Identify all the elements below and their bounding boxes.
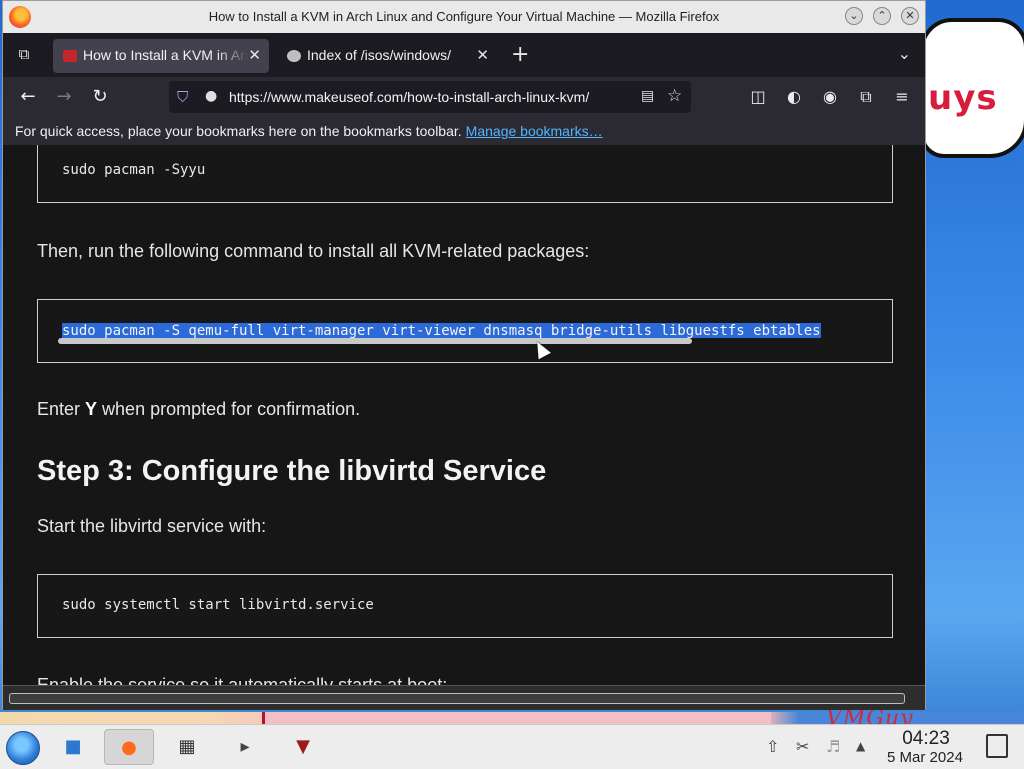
taskbar-terminal[interactable]: ▦ [162, 729, 212, 765]
para-confirm-prefix: Enter [37, 399, 86, 419]
code-horizontal-scrollbar[interactable] [58, 338, 876, 344]
new-tab-icon[interactable]: + [511, 42, 529, 67]
firefox-window: How to Install a KVM in Arch Linux and C… [2, 0, 926, 710]
code-scrollbar-thumb[interactable] [58, 338, 692, 344]
clock-date[interactable]: 5 Mar 2024 [880, 749, 970, 766]
taskbar-wine[interactable]: ▼ [278, 729, 328, 765]
forward-icon[interactable]: → [53, 86, 75, 108]
code-start-service[interactable]: sudo systemctl start libvirtd.service [62, 597, 374, 613]
para-confirm-suffix: when prompted for confirmation. [97, 399, 361, 419]
tab-isos-windows[interactable]: Index of /isos/windows/ ✕ [277, 39, 497, 73]
console-icon: ▸ [240, 736, 250, 757]
paragraph-start-service: Start the libvirtd service with: [37, 516, 267, 536]
close-tab-icon[interactable]: ✕ [476, 46, 489, 64]
url-text[interactable]: https://www.makeuseof.com/how-to-install… [229, 89, 631, 105]
code-install-viewport: sudo pacman -S qemu-full virt-manager vi… [62, 320, 878, 338]
bookmark-star-icon[interactable]: ☆ [667, 86, 682, 106]
url-bar[interactable]: ⛉ ● https://www.makeuseof.com/how-to-ins… [169, 81, 691, 113]
close-tab-icon[interactable]: ✕ [248, 46, 261, 64]
code-install-selected[interactable]: sudo pacman -S qemu-full virt-manager vi… [62, 323, 821, 338]
title-bar[interactable]: How to Install a KVM in Arch Linux and C… [3, 1, 925, 34]
minimize-button[interactable]: ⌄ [845, 7, 863, 25]
lock-icon[interactable]: ● [205, 88, 217, 104]
page-horizontal-scrollbar[interactable] [3, 685, 925, 710]
tab-label: Index of /isos/windows/ [307, 47, 451, 63]
taskbar: ■ ● ▦ ▸ ▼ ⇧ ✂ ♬ ▲ 04:23 5 Mar 2024 [0, 724, 1024, 769]
folder-favicon-icon [287, 50, 301, 62]
wine-glass-icon: ▼ [296, 736, 310, 757]
reader-view-icon[interactable]: ▤ [641, 88, 654, 104]
tab-list-icon[interactable]: ⧉ [13, 45, 35, 65]
tab-kvm-article[interactable]: How to Install a KVM in Arch Linux and C… [53, 39, 269, 73]
extensions-icon[interactable]: ⧉ [855, 86, 877, 108]
paragraph-confirm: Enter Y when prompted for confirmation. [37, 399, 360, 420]
app-menu-icon[interactable]: ≡ [891, 86, 913, 108]
wallpaper-bubble-text: uys [928, 78, 998, 118]
page-content: sudo pacman -Syyu Then, run the followin… [3, 145, 925, 685]
pocket-icon[interactable]: ◫ [747, 86, 769, 108]
tray-expand-icon[interactable]: ▲ [856, 739, 865, 753]
code-block-install: sudo pacman -S qemu-full virt-manager vi… [37, 299, 893, 363]
bookmarks-message: For quick access, place your bookmarks h… [15, 123, 603, 139]
section-heading-step-3: Step 3: Configure the libvirtd Service [37, 455, 547, 487]
reload-icon[interactable]: ↻ [89, 86, 111, 108]
sync-icon[interactable]: ◐ [783, 86, 805, 108]
code-block-update: sudo pacman -Syyu [37, 145, 893, 203]
taskbar-file-manager[interactable]: ■ [48, 729, 98, 765]
clipboard-scissors-icon[interactable]: ✂ [796, 737, 809, 756]
paragraph-enable-service: Enable the service so it automatically s… [37, 675, 448, 685]
code-block-start: sudo systemctl start libvirtd.service [37, 574, 893, 638]
page-scrollbar-thumb[interactable] [9, 693, 905, 704]
para-confirm-key: Y [85, 399, 98, 419]
taskbar-terminal-2[interactable]: ▸ [220, 729, 270, 765]
bookmarks-message-text: For quick access, place your bookmarks h… [15, 123, 462, 139]
firefox-icon: ● [121, 737, 137, 758]
paragraph-install-intro: Then, run the following command to insta… [37, 241, 590, 261]
terminal-icon: ▦ [178, 736, 196, 757]
tab-bar: ⧉ How to Install a KVM in Arch Linux and… [3, 33, 925, 77]
show-desktop-button[interactable] [986, 734, 1008, 758]
muo-favicon-icon [63, 50, 77, 62]
volume-icon[interactable]: ♬ [826, 737, 840, 756]
account-icon[interactable]: ◉ [819, 86, 841, 108]
maximize-button[interactable]: ⌃ [873, 7, 891, 25]
close-window-button[interactable]: ✕ [901, 7, 919, 25]
window-title: How to Install a KVM in Arch Linux and C… [208, 9, 720, 24]
folder-icon: ■ [64, 736, 82, 757]
clock-time[interactable]: 04:23 [884, 728, 968, 750]
code-update[interactable]: sudo pacman -Syyu [62, 162, 205, 178]
tab-label: How to Install a KVM in Arch Linux and C… [83, 47, 249, 63]
bookmarks-toolbar: For quick access, place your bookmarks h… [3, 117, 925, 145]
tracking-protection-shield-icon[interactable]: ⛉ [177, 88, 188, 106]
list-all-tabs-icon[interactable]: ⌄ [898, 44, 911, 63]
taskbar-firefox[interactable]: ● [104, 729, 154, 765]
back-icon[interactable]: ← [17, 86, 39, 108]
start-menu-button[interactable] [6, 731, 40, 765]
update-tray-icon[interactable]: ⇧ [766, 737, 779, 756]
navigation-toolbar: ← → ↻ ⛉ ● https://www.makeuseof.com/how-… [3, 77, 925, 117]
manage-bookmarks-link[interactable]: Manage bookmarks… [466, 123, 603, 139]
